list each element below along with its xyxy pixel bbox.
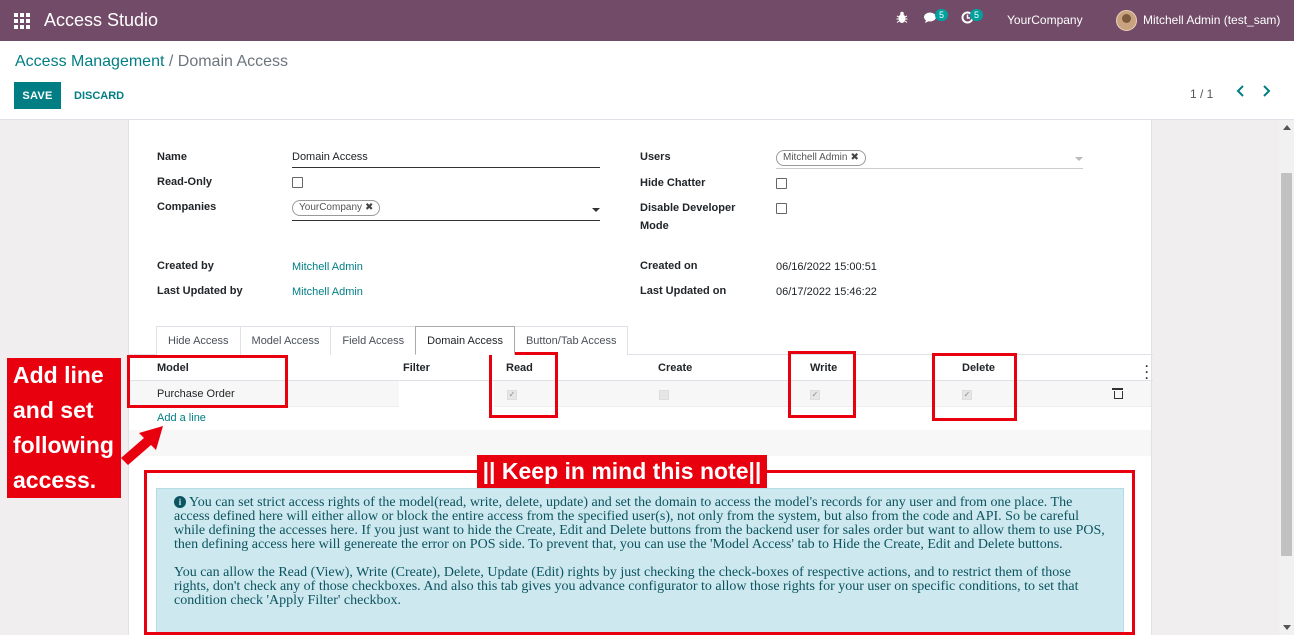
companies-field-underline: [292, 220, 600, 221]
created-on-label: Created on: [640, 260, 698, 272]
user-menu[interactable]: Mitchell Admin (test_sam): [1143, 13, 1280, 27]
callout-arrow-icon: [121, 426, 163, 465]
note-callout: || Keep in mind this note||: [477, 455, 767, 488]
row-create-checkbox[interactable]: [659, 390, 669, 400]
users-field-underline: [776, 168, 1083, 169]
column-header-filter[interactable]: Filter: [403, 362, 430, 374]
activities-count-badge: 5: [970, 9, 984, 21]
column-header-create[interactable]: Create: [658, 362, 692, 374]
top-navbar: Access Studio 5 5 YourCompany Mitchell A…: [0, 0, 1294, 41]
hide-chatter-checkbox[interactable]: [776, 178, 787, 189]
users-dropdown-caret-icon[interactable]: [1075, 157, 1083, 161]
created-on-value: 06/16/2022 15:00:51: [776, 261, 877, 273]
highlight-note-box: [144, 470, 1135, 635]
breadcrumb-current: Domain Access: [177, 53, 289, 70]
last-updated-on-value: 06/17/2022 15:46:22: [776, 286, 877, 298]
breadcrumb-parent[interactable]: Access Management: [15, 53, 164, 70]
callout-line-4: access.: [13, 467, 97, 493]
scroll-down-arrow-icon[interactable]: [1283, 625, 1291, 630]
tab-model-access[interactable]: Model Access: [239, 326, 332, 355]
save-button[interactable]: SAVE: [14, 82, 61, 109]
user-tag-label: Mitchell Admin: [783, 152, 848, 163]
highlight-model-column: [127, 355, 288, 408]
disable-developer-label-cont: Mode: [640, 220, 669, 232]
discard-button[interactable]: DISCARD: [66, 82, 132, 109]
company-tag-label: YourCompany: [299, 202, 363, 213]
pager-previous-icon[interactable]: [1236, 84, 1245, 102]
scrollbar-thumb[interactable]: [1281, 173, 1292, 556]
control-panel: Access Management / Domain Access SAVE D…: [0, 41, 1294, 120]
breadcrumb: Access Management / Domain Access: [15, 53, 288, 71]
delete-row-icon[interactable]: [1112, 388, 1123, 399]
callout-line-3: following: [13, 432, 114, 458]
tab-hide-access[interactable]: Hide Access: [156, 326, 241, 355]
disable-developer-label: Disable Developer: [640, 202, 736, 214]
add-line-callout: Add line and set following access.: [7, 358, 121, 498]
last-updated-by-link[interactable]: Mitchell Admin: [292, 286, 363, 298]
name-field[interactable]: Domain Access: [292, 151, 368, 163]
scroll-up-arrow-icon[interactable]: [1283, 125, 1291, 130]
notebook-tabs: Hide Access Model Access Field Access Do…: [156, 326, 629, 355]
app-title[interactable]: Access Studio: [44, 10, 158, 31]
pager-next-icon[interactable]: [1262, 84, 1271, 102]
name-label: Name: [157, 151, 187, 163]
tab-domain-access[interactable]: Domain Access: [415, 326, 515, 355]
messages-count-badge: 5: [935, 9, 949, 21]
companies-label: Companies: [157, 201, 217, 213]
highlight-delete-column: [932, 353, 1017, 421]
user-avatar[interactable]: [1116, 10, 1137, 31]
pager-value[interactable]: 1 / 1: [1190, 87, 1213, 101]
company-switcher[interactable]: YourCompany: [1007, 13, 1083, 27]
created-by-link[interactable]: Mitchell Admin: [292, 261, 363, 273]
readonly-label: Read-Only: [157, 176, 213, 188]
hide-chatter-label: Hide Chatter: [640, 177, 706, 189]
callout-line-1: Add line: [13, 362, 104, 388]
highlight-write-column: [788, 351, 856, 418]
companies-dropdown-caret-icon[interactable]: [592, 208, 600, 212]
readonly-checkbox[interactable]: [292, 177, 303, 188]
remove-tag-icon[interactable]: ✖: [365, 202, 373, 213]
created-by-label: Created by: [157, 260, 214, 272]
last-updated-on-label: Last Updated on: [640, 285, 727, 297]
disable-developer-checkbox[interactable]: [776, 203, 787, 214]
users-label: Users: [640, 151, 671, 163]
bug-icon[interactable]: [896, 11, 908, 27]
tab-field-access[interactable]: Field Access: [330, 326, 417, 355]
name-field-underline: [292, 167, 600, 168]
tab-button-tab-access[interactable]: Button/Tab Access: [513, 326, 629, 355]
table-footer: [129, 430, 1151, 456]
vertical-scrollbar[interactable]: [1279, 120, 1294, 635]
last-updated-by-label: Last Updated by: [157, 285, 243, 297]
breadcrumb-separator: /: [168, 53, 174, 70]
filter-cell[interactable]: [399, 381, 494, 407]
company-tag[interactable]: YourCompany ✖: [292, 200, 381, 216]
callout-line-2: and set: [13, 397, 94, 423]
apps-menu-icon[interactable]: [14, 13, 30, 29]
optional-columns-icon[interactable]: · · ·: [1145, 360, 1149, 384]
user-tag[interactable]: Mitchell Admin ✖: [776, 150, 866, 166]
highlight-read-column: [489, 352, 558, 418]
remove-tag-icon[interactable]: ✖: [850, 152, 858, 163]
